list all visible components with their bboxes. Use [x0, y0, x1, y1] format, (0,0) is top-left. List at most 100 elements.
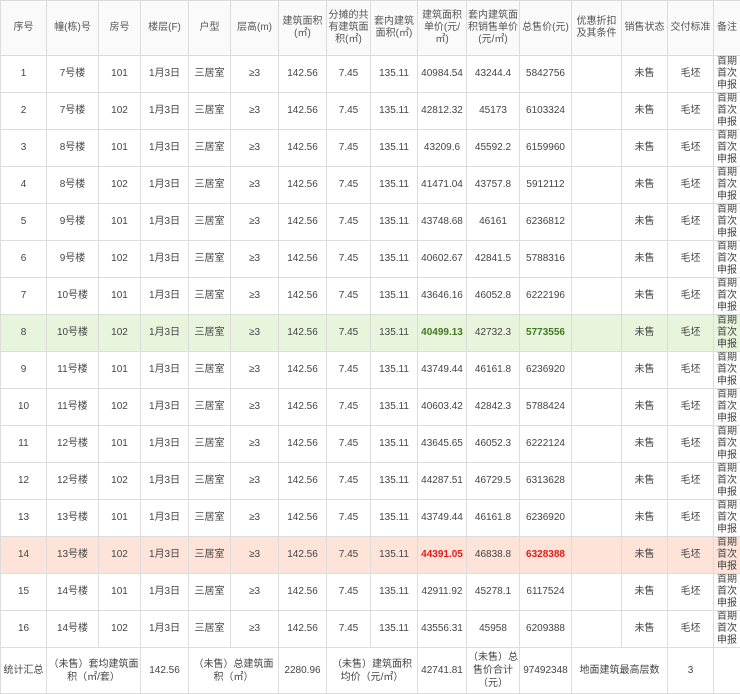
table-cell: 首期首次申报 — [714, 130, 740, 167]
table-cell: 7.45 — [327, 315, 371, 352]
column-header: 优惠折扣及其条件 — [572, 1, 622, 56]
table-cell: 135.11 — [371, 500, 418, 537]
table-row: 59号楼1011月3日三居室≥3142.567.45135.1143748.68… — [1, 204, 740, 241]
table-cell: 102 — [99, 167, 141, 204]
table-cell: 101 — [99, 352, 141, 389]
column-header: 层高(m) — [231, 1, 279, 56]
table-cell: 43556.31 — [418, 611, 467, 648]
table-cell: 142.56 — [279, 574, 327, 611]
table-cell: 毛坯 — [668, 204, 714, 241]
table-cell: 毛坯 — [668, 352, 714, 389]
table-cell: 46161.8 — [467, 500, 520, 537]
table-cell: 46161 — [467, 204, 520, 241]
column-header: 建筑面积(㎡) — [279, 1, 327, 56]
table-cell: 43646.16 — [418, 278, 467, 315]
column-header: 备注 — [714, 1, 740, 56]
table-row: 911号楼1011月3日三居室≥3142.567.45135.1143749.4… — [1, 352, 740, 389]
summary-avg-price-label: （未售）建筑面积均价（元/㎡） — [327, 648, 418, 694]
table-row: 1313号楼1011月3日三居室≥3142.567.45135.1143749.… — [1, 500, 740, 537]
table-cell: 2 — [1, 93, 47, 130]
table-cell: 142.56 — [279, 93, 327, 130]
table-cell: 1月3日 — [141, 537, 189, 574]
table-cell — [572, 56, 622, 93]
table-cell: 首期首次申报 — [714, 426, 740, 463]
table-cell: 46052.3 — [467, 426, 520, 463]
table-cell: 7.45 — [327, 426, 371, 463]
summary-total-price-value: 97492348 — [520, 648, 572, 694]
table-cell: 6236812 — [520, 204, 572, 241]
table-cell — [572, 352, 622, 389]
table-cell: 未售 — [622, 574, 668, 611]
table-cell: 7.45 — [327, 93, 371, 130]
table-cell: 三居室 — [189, 352, 231, 389]
table-cell: 三居室 — [189, 537, 231, 574]
table-cell: 1月3日 — [141, 389, 189, 426]
table-cell: 102 — [99, 241, 141, 278]
table-cell: 未售 — [622, 241, 668, 278]
table-cell: 44287.51 — [418, 463, 467, 500]
table-cell: 43749.44 — [418, 500, 467, 537]
table-cell: 1月3日 — [141, 463, 189, 500]
table-cell: 7.45 — [327, 130, 371, 167]
table-cell: 135.11 — [371, 315, 418, 352]
table-cell: ≥3 — [231, 426, 279, 463]
table-cell: 毛坯 — [668, 574, 714, 611]
table-cell: 14号楼 — [47, 574, 99, 611]
table-cell: 102 — [99, 611, 141, 648]
table-cell: 42841.5 — [467, 241, 520, 278]
column-header: 楼层(F) — [141, 1, 189, 56]
table-cell: ≥3 — [231, 278, 279, 315]
table-cell: 6209388 — [520, 611, 572, 648]
summary-avg-area-label: （未售）套均建筑面积（㎡/套） — [47, 648, 141, 694]
table-row: 1212号楼1021月3日三居室≥3142.567.45135.1144287.… — [1, 463, 740, 500]
table-cell: 三居室 — [189, 241, 231, 278]
table-cell: 135.11 — [371, 130, 418, 167]
table-cell: 1月3日 — [141, 241, 189, 278]
table-cell: 4 — [1, 167, 47, 204]
table-cell: 102 — [99, 463, 141, 500]
table-cell: 40603.42 — [418, 389, 467, 426]
table-cell: 42812.32 — [418, 93, 467, 130]
table-cell: 未售 — [622, 130, 668, 167]
table-body: 17号楼1011月3日三居室≥3142.567.45135.1140984.54… — [1, 56, 740, 648]
table-cell: 135.11 — [371, 167, 418, 204]
table-cell: 6236920 — [520, 352, 572, 389]
table-cell: 142.56 — [279, 56, 327, 93]
table-cell: 7.45 — [327, 611, 371, 648]
table-cell: ≥3 — [231, 56, 279, 93]
table-cell: 102 — [99, 389, 141, 426]
table-cell: 8号楼 — [47, 167, 99, 204]
table-cell: 未售 — [622, 500, 668, 537]
table-cell: 首期首次申报 — [714, 537, 740, 574]
table-cell: 142.56 — [279, 611, 327, 648]
table-cell: 6328388 — [520, 537, 572, 574]
table-cell: 46161.8 — [467, 352, 520, 389]
table-cell: 40984.54 — [418, 56, 467, 93]
table-cell: 7.45 — [327, 500, 371, 537]
table-cell: 135.11 — [371, 537, 418, 574]
table-cell: 43244.4 — [467, 56, 520, 93]
table-cell: 三居室 — [189, 56, 231, 93]
table-cell: 101 — [99, 574, 141, 611]
table-cell: 7.45 — [327, 167, 371, 204]
table-cell: 5 — [1, 204, 47, 241]
table-cell: ≥3 — [231, 204, 279, 241]
table-row: 38号楼1011月3日三居室≥3142.567.45135.1143209.64… — [1, 130, 740, 167]
table-cell: 毛坯 — [668, 389, 714, 426]
table-cell: 135.11 — [371, 93, 418, 130]
table-cell: 毛坯 — [668, 130, 714, 167]
table-cell: 1月3日 — [141, 426, 189, 463]
table-cell: 101 — [99, 426, 141, 463]
table-cell: 13 — [1, 500, 47, 537]
table-cell: 毛坯 — [668, 278, 714, 315]
table-cell: 未售 — [622, 56, 668, 93]
table-cell: 首期首次申报 — [714, 500, 740, 537]
table-cell: 6236920 — [520, 500, 572, 537]
table-cell: 未售 — [622, 537, 668, 574]
column-header: 套内建筑面积(㎡) — [371, 1, 418, 56]
table-cell: 45278.1 — [467, 574, 520, 611]
summary-max-floor-label: 地面建筑最高层数 — [572, 648, 668, 694]
table-cell — [572, 574, 622, 611]
summary-label: 统计汇总 — [1, 648, 47, 694]
table-cell: 首期首次申报 — [714, 167, 740, 204]
